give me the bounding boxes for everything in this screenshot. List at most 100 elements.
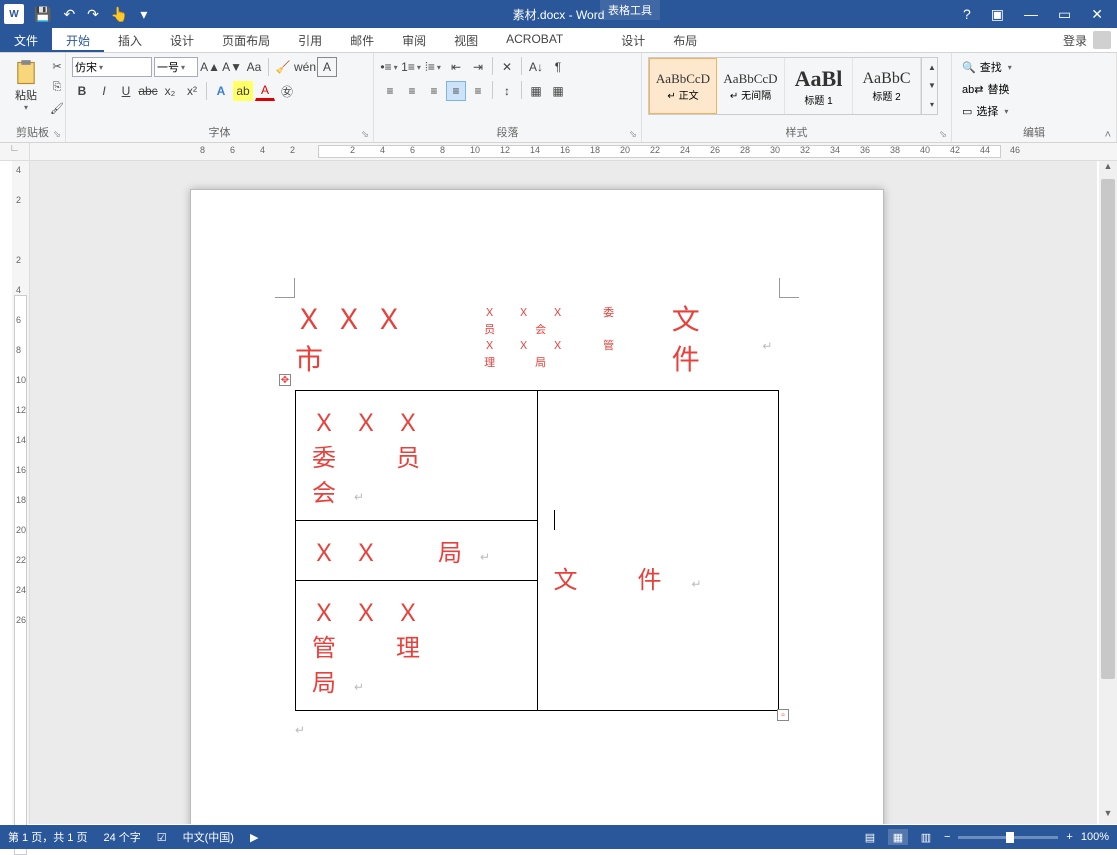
word-count[interactable]: 24 个字 [103,829,140,845]
table-resize-handle[interactable]: ▫ [777,709,789,721]
enclose-char-button[interactable]: ㊛ [277,81,297,101]
bullets-button[interactable]: •≡▾ [380,57,400,77]
print-layout-icon[interactable]: ▦ [888,829,908,845]
styles-gallery[interactable]: AaBbCcD ↵ 正文 AaBbCcD ↵ 无间隔 AaBl 标题 1 AaB… [648,57,938,115]
tab-references[interactable]: 引用 [284,28,336,52]
table-cell-r1c1[interactable]: ＸＸＸ 委 员 会↵ [296,391,538,521]
tab-view[interactable]: 视图 [440,28,492,52]
asian-layout-button[interactable]: ✕ [497,57,517,77]
style-heading1[interactable]: AaBl 标题 1 [785,58,853,114]
vertical-ruler[interactable]: 422468101214161820222426 [12,161,30,824]
web-layout-icon[interactable]: ▥ [916,829,936,845]
vertical-scrollbar[interactable]: ▲ ▼ [1099,161,1117,824]
italic-button[interactable]: I [94,81,114,101]
tab-review[interactable]: 审阅 [388,28,440,52]
font-color-button[interactable]: A [255,81,275,101]
styles-expand[interactable]: ▾ [922,96,942,114]
zoom-slider[interactable] [958,836,1058,839]
select-button[interactable]: ▭选择▾ [958,101,1014,121]
numbering-button[interactable]: 1≡▾ [402,57,422,77]
copy-button[interactable]: ⎘ [48,78,66,96]
tab-table-layout[interactable]: 布局 [659,28,711,52]
align-right-button[interactable]: ≡ [424,81,444,101]
highlight-button[interactable]: ab [233,81,253,101]
macro-icon[interactable]: ▶ [250,831,258,844]
restore-button[interactable]: ▭ [1048,6,1081,23]
styles-scroll-up[interactable]: ▲ [922,58,942,76]
table-cell-r2c1[interactable]: ＸＸ 局↵ [296,521,538,581]
proofing-icon[interactable]: ☑ [157,831,167,844]
tab-file[interactable]: 文件 [0,28,52,52]
style-heading2[interactable]: AaBbC 标题 2 [853,58,921,114]
scroll-thumb[interactable] [1101,179,1115,679]
collapse-ribbon-icon[interactable]: ˄ [1105,129,1111,143]
touch-mode-icon[interactable]: 👆 [105,6,134,23]
superscript-button[interactable]: x² [182,81,202,101]
table-cell-r3c1[interactable]: ＸＸＸ 管 理 局↵ [296,581,538,711]
font-size-combo[interactable]: 一号▾ [154,57,198,77]
doc-table[interactable]: ＸＸＸ 委 员 会↵ 文 件 ↵ ＸＸ 局↵ ＸＸＸ 管 理 局↵ [295,390,779,711]
font-launcher[interactable]: ⬂ [359,128,371,140]
show-marks-button[interactable]: ¶ [548,57,568,77]
subscript-button[interactable]: x₂ [160,81,180,101]
tab-layout[interactable]: 页面布局 [208,28,284,52]
shrink-font-button[interactable]: A▼ [222,57,242,77]
increase-indent-button[interactable]: ⇥ [468,57,488,77]
tab-table-design[interactable]: 设计 [607,28,659,52]
help-icon[interactable]: ? [953,6,981,22]
tab-selector[interactable]: ∟ [0,143,30,160]
language-indicator[interactable]: 中文(中国) [183,829,234,845]
align-center-button[interactable]: ≡ [402,81,422,101]
undo-icon[interactable]: ↶ [57,6,81,23]
styles-launcher[interactable]: ⬂ [937,128,949,140]
style-normal[interactable]: AaBbCcD ↵ 正文 [649,58,717,114]
document-body[interactable]: ＸＸＸ 市 Ｘ Ｘ Ｘ 委 员 会 Ｘ Ｘ Ｘ 管 理 局 文 件 ↵ ✥ ＸＸ… [295,298,779,738]
align-left-button[interactable]: ≡ [380,81,400,101]
table-row[interactable]: ＸＸＸ 委 员 会↵ 文 件 ↵ [296,391,779,521]
find-button[interactable]: 🔍查找▾ [958,57,1018,77]
decrease-indent-button[interactable]: ⇤ [446,57,466,77]
multilevel-button[interactable]: ⦙≡▾ [424,57,444,77]
login-link[interactable]: 登录 [1063,32,1087,49]
paragraph-launcher[interactable]: ⬂ [627,128,639,140]
change-case-button[interactable]: Aa [244,57,264,77]
zoom-out-button[interactable]: − [944,831,950,843]
format-painter-button[interactable]: 🖌 [48,99,66,117]
text-effects-button[interactable]: A [211,81,231,101]
zoom-level[interactable]: 100% [1081,831,1109,843]
zoom-in-button[interactable]: + [1066,831,1072,843]
paste-button[interactable]: 粘贴 ▾ [6,57,46,114]
replace-button[interactable]: ab⇄替换 [958,79,1013,99]
cut-button[interactable]: ✂ [48,57,66,75]
tab-acrobat[interactable]: ACROBAT [492,28,577,52]
line-spacing-button[interactable]: ↕ [497,81,517,101]
clear-format-button[interactable]: 🧹 [273,57,293,77]
read-mode-icon[interactable]: ▤ [860,829,880,845]
font-name-combo[interactable]: 仿宋▾ [72,57,152,77]
borders-button[interactable]: ▦ [548,81,568,101]
tab-mailings[interactable]: 邮件 [336,28,388,52]
distribute-button[interactable]: ≡ [468,81,488,101]
user-avatar-icon[interactable] [1093,31,1111,49]
scroll-down-icon[interactable]: ▼ [1099,808,1117,824]
save-icon[interactable]: 💾 [28,6,57,23]
tab-home[interactable]: 开始 [52,28,104,52]
close-button[interactable]: ✕ [1081,6,1113,23]
underline-button[interactable]: U [116,81,136,101]
page[interactable]: ＸＸＸ 市 Ｘ Ｘ Ｘ 委 员 会 Ｘ Ｘ Ｘ 管 理 局 文 件 ↵ ✥ ＸＸ… [190,189,884,824]
phonetic-guide-button[interactable]: wén [295,57,315,77]
justify-button[interactable]: ≡ [446,81,466,101]
table-move-handle[interactable]: ✥ [279,374,291,386]
grow-font-button[interactable]: A▲ [200,57,220,77]
zoom-knob[interactable] [1006,832,1014,843]
minimize-button[interactable]: — [1014,6,1048,22]
sort-button[interactable]: A↓ [526,57,546,77]
styles-scroll-down[interactable]: ▼ [922,77,942,95]
scroll-up-icon[interactable]: ▲ [1099,161,1117,177]
tab-design[interactable]: 设计 [156,28,208,52]
ribbon-options-icon[interactable]: ▣ [981,6,1014,23]
page-indicator[interactable]: 第 1 页，共 1 页 [8,829,87,845]
horizontal-ruler[interactable]: 8642246810121416182022242628303234363840… [60,143,1117,161]
table-cell-right[interactable]: 文 件 ↵ [537,391,779,711]
bold-button[interactable]: B [72,81,92,101]
